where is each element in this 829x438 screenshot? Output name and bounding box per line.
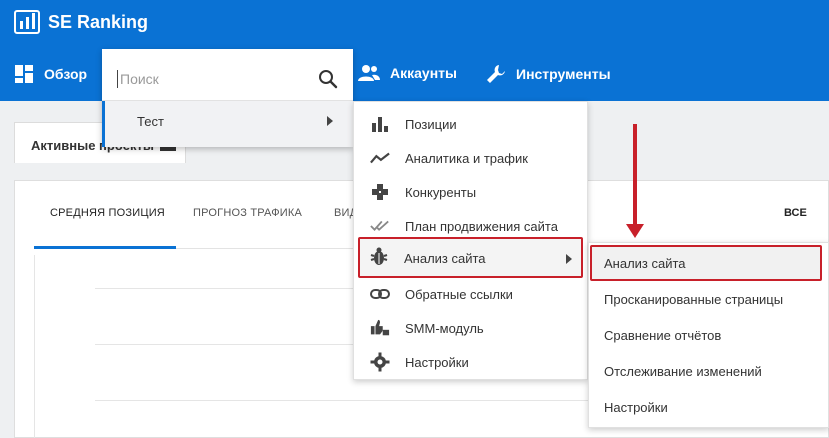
annotation-arrow-head <box>626 224 644 238</box>
logo-icon <box>14 10 40 34</box>
chevron-right-icon <box>566 254 572 264</box>
menu-item-positions[interactable]: Позиции <box>354 107 589 141</box>
menu-item-label: План продвижения сайта <box>405 218 558 234</box>
submenu-item-compare-reports[interactable]: Сравнение отчётов <box>604 328 721 343</box>
bug-icon <box>369 247 389 267</box>
nav-tools[interactable]: Инструменты <box>486 64 611 84</box>
link-icon <box>370 284 390 304</box>
project-name: Тест <box>137 114 164 129</box>
nav-overview[interactable]: Обзор <box>14 64 87 84</box>
submenu-item-settings[interactable]: Настройки <box>604 400 668 415</box>
double-check-icon <box>370 216 390 236</box>
menu-item-label: Позиции <box>405 116 457 132</box>
gamepad-icon <box>370 182 390 202</box>
logo[interactable]: SE Ranking <box>14 10 148 34</box>
menu-item-smm[interactable]: SMM-модуль <box>354 311 589 345</box>
nav-tools-label: Инструменты <box>516 66 611 82</box>
search-placeholder: Поиск <box>120 71 159 87</box>
users-icon <box>358 65 380 81</box>
bar-chart-icon <box>370 114 390 134</box>
search-icon[interactable] <box>318 69 338 89</box>
nav-accounts[interactable]: Аккаунты <box>358 64 457 82</box>
menu-item-label: SMM-модуль <box>405 320 484 336</box>
dashboard-icon <box>15 65 33 83</box>
menu-item-label: Аналитика и трафик <box>405 150 528 166</box>
menu-item-settings[interactable]: Настройки <box>354 345 589 379</box>
nav-overview-label: Обзор <box>44 66 88 82</box>
submenu-item-crawled-pages[interactable]: Просканированные страницы <box>604 292 783 307</box>
annotation-arrow <box>633 124 637 228</box>
project-search-dropdown: Поиск Тест <box>102 49 353 147</box>
trend-line-icon <box>370 148 390 168</box>
logo-text: SE Ranking <box>48 11 149 32</box>
submenu-item-track-changes[interactable]: Отслеживание изменений <box>604 364 762 379</box>
menu-item-analytics[interactable]: Аналитика и трафик <box>354 141 589 175</box>
gear-icon <box>370 352 390 372</box>
text-cursor <box>117 70 118 88</box>
tab-traffic-forecast[interactable]: ПРОГНОЗ ТРАФИКА <box>193 207 302 219</box>
chevron-right-icon <box>327 116 333 126</box>
thumbs-icon <box>370 318 390 338</box>
menu-item-label: Настройки <box>405 354 469 370</box>
menu-item-site-audit[interactable]: Анализ сайта <box>358 237 583 278</box>
menu-item-label: Конкуренты <box>405 184 477 200</box>
active-tab-underline <box>34 246 176 249</box>
filter-all[interactable]: ВСЕ <box>784 207 807 219</box>
submenu-item-label: Анализ сайта <box>604 256 686 271</box>
wrench-icon <box>487 65 505 83</box>
menu-item-label: Анализ сайта <box>404 251 486 266</box>
chart-axis <box>34 255 35 438</box>
menu-item-competitors[interactable]: Конкуренты <box>354 175 589 209</box>
nav-accounts-label: Аккаунты <box>390 65 457 81</box>
project-item-test[interactable]: Тест <box>102 101 353 147</box>
menu-item-label: Обратные ссылки <box>405 286 513 302</box>
menu-item-backlinks[interactable]: Обратные ссылки <box>354 277 589 311</box>
search-input[interactable]: Поиск <box>102 49 353 101</box>
tab-average-position[interactable]: СРЕДНЯЯ ПОЗИЦИЯ <box>50 207 165 219</box>
